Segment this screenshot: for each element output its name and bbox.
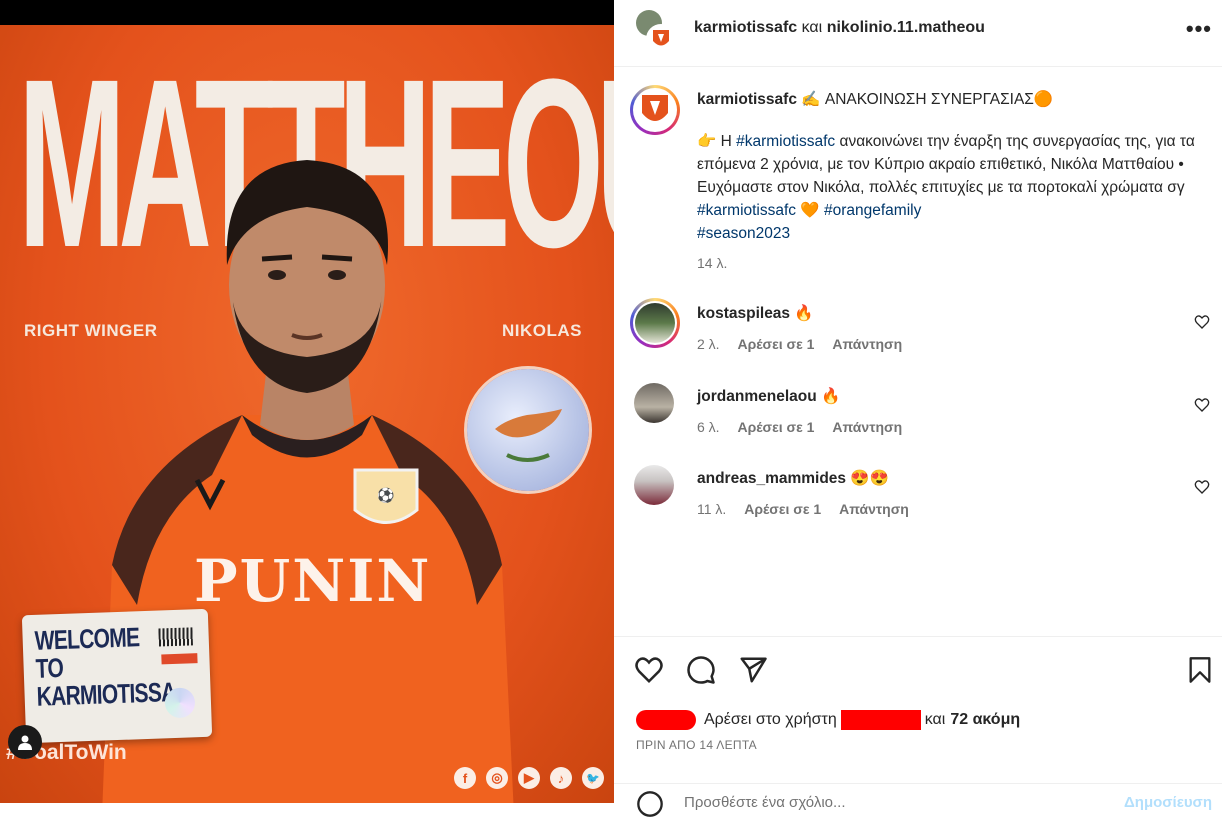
account-link[interactable]: karmiotissafc (694, 19, 797, 36)
likes-summary: Αρέσει στο χρήστη και 72 ακόμη (636, 710, 1020, 730)
comment-text: jordanmenelaou 🔥 (697, 385, 840, 408)
caption: karmiotissafc ✍ ΑΝΑΚΟΙΝΩΣΗ ΣΥΝΕΡΓΑΣΙΑΣ🟠 … (630, 85, 1210, 285)
hashtag-link[interactable]: #orangefamily (824, 202, 921, 219)
club-crest-avatar (646, 24, 676, 54)
poster-first-name: NIKOLAS (502, 321, 582, 340)
emoji-icon[interactable] (636, 790, 664, 818)
caption-body-start: 👉 Η (697, 133, 737, 150)
facebook-icon: f (454, 767, 476, 789)
tiktok-icon: ♪ (550, 767, 572, 789)
like-heart-icon[interactable] (634, 655, 664, 685)
story-ring-avatar[interactable] (630, 85, 680, 135)
club-crest-icon (642, 95, 668, 121)
comment-item: kostaspileas 🔥 2 λ. Αρέσει σε 1 Απάντηση (630, 298, 1210, 358)
tagged-users-button[interactable] (8, 725, 42, 759)
post-timestamp[interactable]: ΠΡΙΝ ΑΠΟ 14 ΛΕΠΤΑ (636, 738, 757, 752)
avatar (635, 303, 675, 343)
shirt-sponsor: PUNIN (194, 547, 432, 615)
comment-username[interactable]: andreas_mammides (697, 470, 846, 487)
ticket-stripe (161, 653, 198, 665)
caption-heart: 🧡 (796, 202, 824, 219)
comment-time[interactable]: 6 λ. (697, 419, 720, 435)
avatar[interactable] (634, 465, 674, 505)
instagram-icon: ◎ (486, 767, 508, 789)
caption-body: 👉 Η #karmiotissafc ανακοινώνει την έναρξ… (697, 130, 1197, 245)
redacted-username (840, 710, 921, 730)
post-media[interactable]: MATTHEOU ⚽ (0, 0, 614, 803)
cyprus-flag-badge (467, 369, 589, 491)
comment-item: jordanmenelaou 🔥 6 λ. Αρέσει σε 1 Απάντη… (630, 383, 1210, 443)
comment-body: 😍😍 (850, 470, 889, 487)
comment-meta: 6 λ. Αρέσει σε 1 Απάντηση (697, 419, 916, 435)
comment-icon[interactable] (686, 655, 716, 685)
action-icons (634, 655, 768, 685)
caption-meta: 14 λ. (697, 255, 741, 271)
comment-likes[interactable]: Αρέσει σε 1 (744, 501, 821, 517)
barcode-graphic (158, 627, 193, 647)
hashtag-link[interactable]: #season2023 (697, 225, 790, 242)
post-side-panel: karmiotissafc και nikolinio.11.matheou •… (614, 0, 1222, 817)
collaborator-link[interactable]: nikolinio.11.matheou (827, 19, 985, 36)
comment-likes[interactable]: Αρέσει σε 1 (737, 336, 814, 352)
comment-likes[interactable]: Αρέσει σε 1 (737, 419, 814, 435)
post-actions: Αρέσει στο χρήστη και 72 ακόμη ΠΡΙΝ ΑΠΟ … (614, 636, 1222, 817)
user-icon (18, 735, 32, 750)
caption-text: karmiotissafc ✍ ΑΝΑΚΟΙΝΩΣΗ ΣΥΝΕΡΓΑΣΙΑΣ🟠 … (697, 88, 1197, 245)
comment-text: andreas_mammides 😍😍 (697, 467, 889, 490)
comment-item: andreas_mammides 😍😍 11 λ. Αρέσει σε 1 Απ… (630, 465, 1210, 525)
post-image: MATTHEOU ⚽ (0, 25, 614, 803)
avatar[interactable] (634, 383, 674, 423)
reply-button[interactable]: Απάντηση (832, 336, 902, 352)
like-comment-heart-icon[interactable] (1194, 479, 1210, 495)
add-comment-bar: Προσθέστε ένα σχόλιο... Δημοσίευση (614, 783, 1222, 817)
reply-button[interactable]: Απάντηση (832, 419, 902, 435)
bookmark-icon[interactable] (1186, 655, 1214, 685)
comment-meta: 11 λ. Αρέσει σε 1 Απάντηση (697, 501, 923, 517)
comment-body: 🔥 (794, 305, 814, 322)
youtube-icon: ▶ (518, 767, 540, 789)
welcome-text: WELCOME TO KARMIOTISSA (34, 622, 176, 712)
caption-username[interactable]: karmiotissafc (697, 91, 797, 108)
redacted-avatars (636, 710, 696, 730)
collab-avatars[interactable] (636, 10, 676, 54)
welcome-ticket: WELCOME TO KARMIOTISSA (21, 608, 213, 744)
twitter-icon: 🐦 (582, 767, 604, 789)
caption-time[interactable]: 14 λ. (697, 255, 727, 271)
caption-headline: ✍ ΑΝΑΚΟΙΝΩΣΗ ΣΥΝΕΡΓΑΣΙΑΣ🟠 (801, 91, 1054, 108)
comment-meta: 2 λ. Αρέσει σε 1 Απάντηση (697, 336, 916, 352)
poster-position: RIGHT WINGER (24, 321, 158, 340)
comment-time[interactable]: 2 λ. (697, 336, 720, 352)
comment-username[interactable]: kostaspileas (697, 305, 790, 322)
social-icons: f ◎ ▶ ♪ 🐦 (454, 767, 604, 789)
comment-username[interactable]: jordanmenelaou (697, 388, 817, 405)
hashtag-link[interactable]: #karmiotissafc (736, 133, 835, 150)
post-header-title: karmiotissafc και nikolinio.11.matheou (694, 19, 985, 37)
more-options-icon[interactable]: ••• (1186, 16, 1212, 42)
like-comment-heart-icon[interactable] (1194, 314, 1210, 330)
likes-count-link[interactable]: 72 ακόμη (950, 711, 1020, 729)
likes-connector: και (924, 711, 946, 728)
share-icon[interactable] (738, 655, 768, 685)
comment-text: kostaspileas 🔥 (697, 302, 814, 325)
hashtag-link[interactable]: #karmiotissafc (697, 202, 796, 219)
like-comment-heart-icon[interactable] (1194, 397, 1210, 413)
likes-prefix: Αρέσει στο χρήστη (704, 711, 837, 728)
post-header: karmiotissafc και nikolinio.11.matheou •… (614, 0, 1222, 67)
comment-body: 🔥 (821, 388, 841, 405)
header-connector: και (801, 19, 823, 36)
story-ring-avatar[interactable] (630, 298, 680, 348)
svg-text:⚽: ⚽ (376, 487, 394, 504)
reply-button[interactable]: Απάντηση (839, 501, 909, 517)
comment-time[interactable]: 11 λ. (697, 501, 726, 517)
hologram-sticker (164, 687, 196, 719)
